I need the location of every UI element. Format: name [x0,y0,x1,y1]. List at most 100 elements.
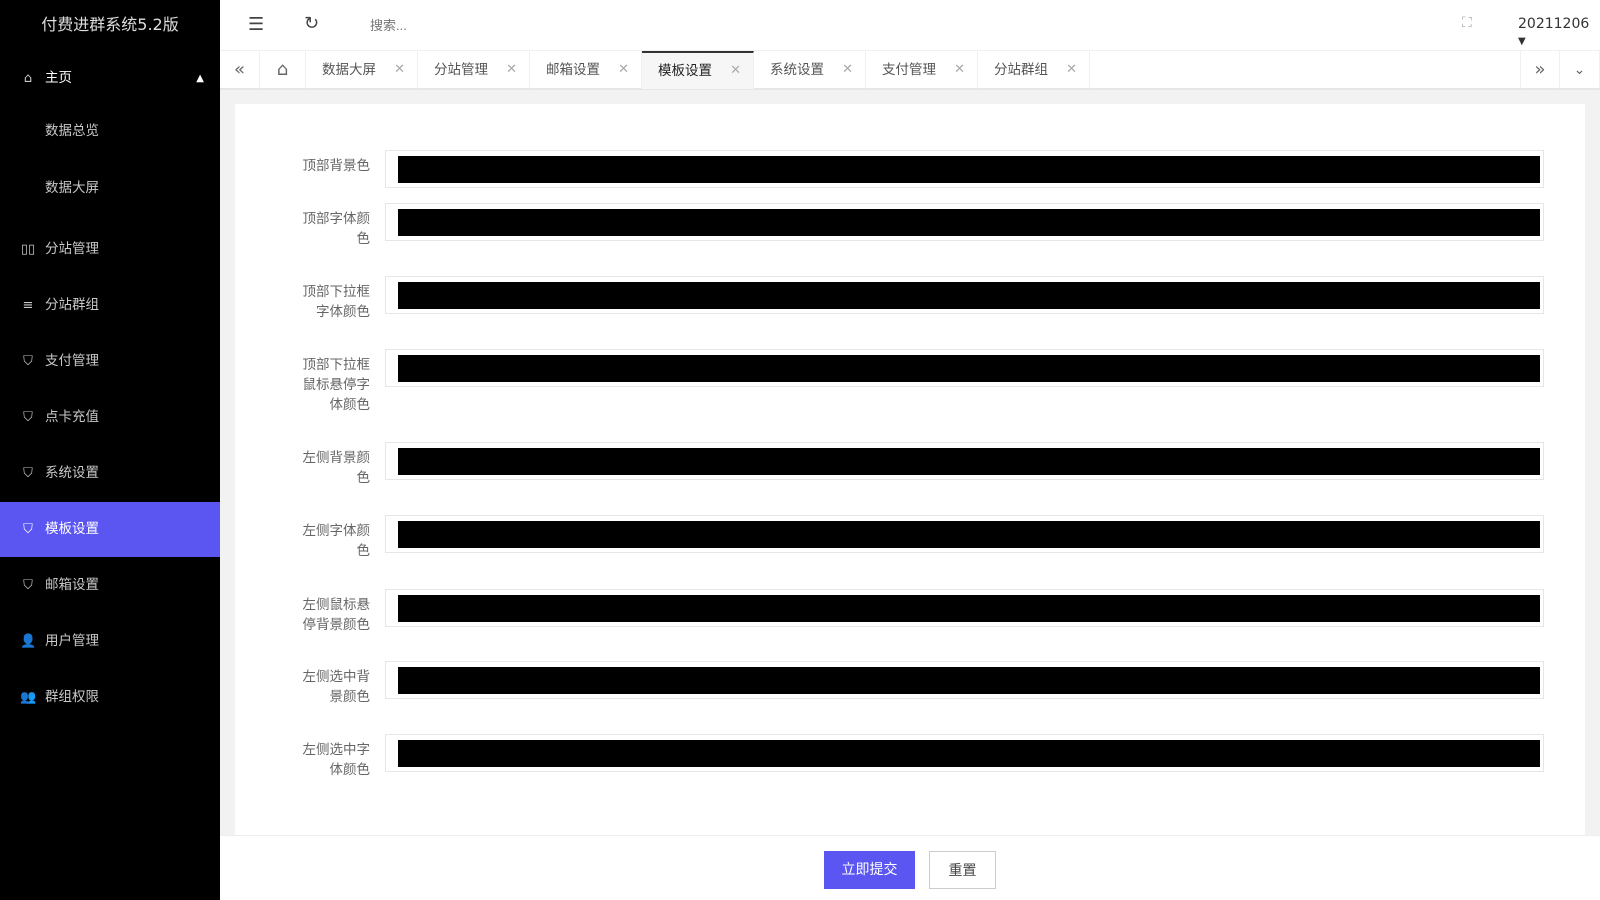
tab-system-settings[interactable]: 系统设置 ✕ [754,51,866,89]
reset-button[interactable]: 重置 [929,851,996,889]
scroll-tabs-right-button[interactable]: » [1520,51,1560,89]
shield-check-icon: ⛉ [23,578,33,593]
field-label: 顶部字体颜色 [302,211,371,247]
tab-options-dropdown[interactable]: ⌄ [1560,51,1600,89]
field-label: 左侧选中背景颜色 [302,669,371,705]
sidebar-item-label: 邮箱设置 [45,577,99,593]
tab-payment[interactable]: 支付管理 ✕ [866,51,978,89]
color-swatch[interactable] [398,282,1540,309]
field-label: 顶部背景色 [302,158,371,174]
form-footer: 立即提交 重置 [220,835,1600,900]
caret-down-icon: ▼ [1518,36,1526,47]
sidebar-item-label: 分站群组 [45,297,99,313]
color-swatch[interactable] [398,448,1540,475]
app-title: 付费进群系统5.2版 [41,15,179,34]
submit-button[interactable]: 立即提交 [824,851,915,889]
tab-label: 分站群组 [994,62,1048,78]
tab-label: 支付管理 [882,62,936,78]
color-input[interactable] [385,276,1544,314]
sidebar-item-label: 数据大屏 [45,180,99,196]
shield-check-icon: ⛉ [23,354,33,369]
color-input[interactable] [385,515,1544,553]
field-label: 左侧背景颜色 [302,450,371,486]
sidebar-item-system-settings[interactable]: ⛉ 系统设置 [0,446,220,501]
sidebar-item-substation-groups[interactable]: ≡ 分站群组 [0,278,220,333]
sidebar: 付费进群系统5.2版 ⌂ 主页 ▲ 数据总览 数据大屏 ▯▯ 分站管理 ≡ 分站群组 ⛉… [0,0,220,900]
close-icon[interactable]: ✕ [730,53,741,89]
color-input[interactable] [385,734,1544,772]
field-label: 左侧选中字体颜色 [302,742,371,778]
tab-data-screen[interactable]: 数据大屏 ✕ [306,51,418,89]
field-label: 顶部下拉框鼠标悬停字体颜色 [302,357,371,413]
field-label: 左侧字体颜色 [302,523,371,559]
template-settings-form: 顶部背景色 顶部字体颜色 顶部下拉框字体颜色 顶部下拉框鼠标悬停字体颜色 左侧背… [235,104,1585,835]
color-input[interactable] [385,589,1544,627]
user-icon: 👤 [20,634,37,649]
color-swatch[interactable] [398,595,1540,622]
shield-check-icon: ⛉ [23,522,33,537]
color-input[interactable] [385,349,1544,387]
sidebar-item-group-permissions[interactable]: 👥 群组权限 [0,670,220,725]
sidebar-item-label: 分站管理 [45,241,99,257]
shield-check-icon: ⛉ [23,466,33,481]
users-icon: 👥 [20,690,37,705]
tab-bar: « ⌂ 数据大屏 ✕ 分站管理 ✕ 邮箱设置 ✕ 模板设置 ✕ 系统设置 ✕ 支付管理 ✕ … [220,50,1600,90]
color-input[interactable] [385,203,1544,241]
close-icon[interactable]: ✕ [954,51,965,89]
caret-up-icon: ▲ [196,73,204,84]
close-icon[interactable]: ✕ [394,51,405,89]
close-icon[interactable]: ✕ [842,51,853,89]
color-swatch[interactable] [398,740,1540,767]
sidebar-item-label: 用户管理 [45,633,99,649]
columns-icon: ▯▯ [20,242,36,257]
refresh-icon[interactable]: ↻ [304,13,319,34]
sidebar-item-substation[interactable]: ▯▯ 分站管理 [0,222,220,277]
menu-collapse-icon[interactable]: ☰ [248,14,264,35]
sidebar-item-template-settings[interactable]: ⛉ 模板设置 [0,502,220,557]
tab-substation[interactable]: 分站管理 ✕ [418,51,530,89]
tab-home[interactable]: ⌂ [260,51,306,89]
sidebar-item-home[interactable]: ⌂ 主页 ▲ [0,51,220,106]
sidebar-item-users[interactable]: 👤 用户管理 [0,614,220,669]
sidebar-item-label: 数据总览 [45,123,99,139]
field-label: 左侧鼠标悬停背景颜色 [302,597,371,633]
scroll-tabs-left-button[interactable]: « [220,51,260,89]
tab-email-settings[interactable]: 邮箱设置 ✕ [530,51,642,89]
sidebar-item-label: 群组权限 [45,689,99,705]
tab-label: 系统设置 [770,62,824,78]
close-icon[interactable]: ✕ [618,51,629,89]
tab-label: 邮箱设置 [546,62,600,78]
user-menu[interactable]: 20211206 ▼ [1518,16,1600,48]
sidebar-item-data-screen[interactable]: 数据大屏 [0,161,220,216]
home-icon: ⌂ [23,71,33,86]
shield-check-icon: ⛉ [23,410,33,425]
color-swatch[interactable] [398,521,1540,548]
sidebar-item-data-overview[interactable]: 数据总览 [0,104,220,159]
color-input[interactable] [385,442,1544,480]
fullscreen-icon[interactable]: ⛶ [1462,15,1472,31]
sidebar-item-card-recharge[interactable]: ⛉ 点卡充值 [0,390,220,445]
tab-label: 分站管理 [434,62,488,78]
tab-label: 数据大屏 [322,62,376,78]
tab-label: 模板设置 [658,63,712,79]
sidebar-item-label: 支付管理 [45,353,99,369]
color-swatch[interactable] [398,667,1540,694]
color-swatch[interactable] [398,156,1540,183]
sidebar-item-label: 系统设置 [45,465,99,481]
close-icon[interactable]: ✕ [506,51,517,89]
user-name: 20211206 [1518,16,1590,32]
close-icon[interactable]: ✕ [1066,51,1077,89]
tab-template-settings[interactable]: 模板设置 ✕ [642,51,754,89]
color-swatch[interactable] [398,355,1540,382]
color-swatch[interactable] [398,209,1540,236]
sidebar-item-label: 点卡充值 [45,409,99,425]
tab-substation-groups[interactable]: 分站群组 ✕ [978,51,1090,89]
sidebar-item-payment[interactable]: ⛉ 支付管理 [0,334,220,389]
sliders-icon: ≡ [22,298,34,313]
sidebar-item-email-settings[interactable]: ⛉ 邮箱设置 [0,558,220,613]
color-input[interactable] [385,150,1544,188]
home-icon: ⌂ [276,59,289,80]
sidebar-item-label: 主页 [45,70,72,86]
color-input[interactable] [385,661,1544,699]
search-input[interactable] [370,14,670,36]
